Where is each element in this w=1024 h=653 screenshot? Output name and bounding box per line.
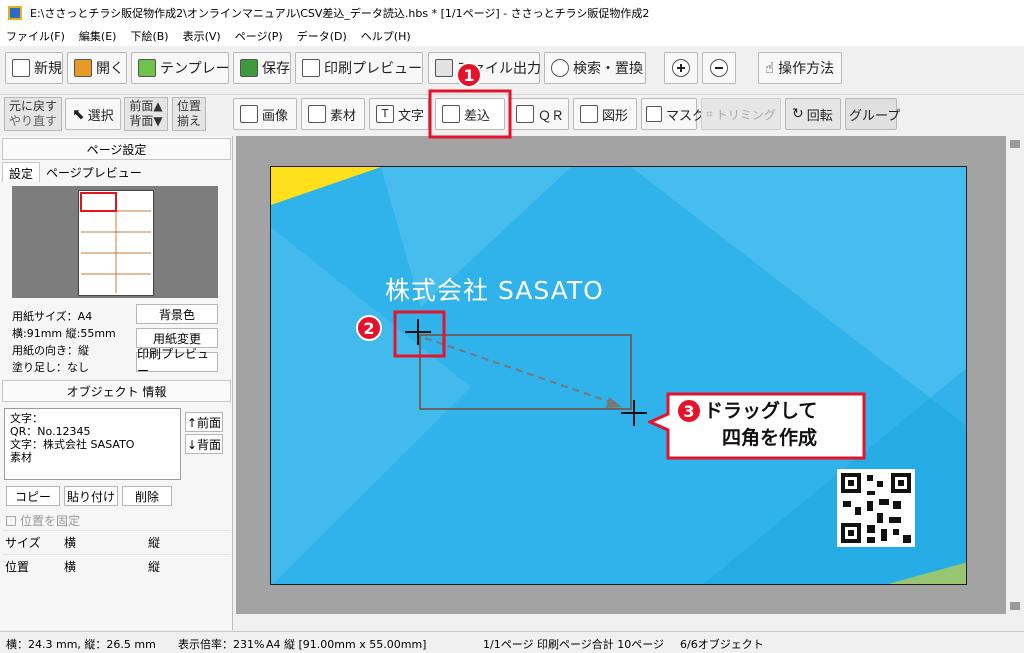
- step-1-badge: 1: [456, 62, 482, 88]
- page-count: 1/1ページ 印刷ページ合計 10ページ: [483, 638, 665, 651]
- status-bar: 横：24.3 mm, 縦：26.5 mm 表示倍率：231% A4 縦 [91.…: [0, 631, 1024, 653]
- paper-info: A4 縦 [91.00mm x 55.00mm]: [266, 638, 427, 651]
- drag-overlay: [393, 89, 647, 426]
- step-3-badge: 3: [676, 398, 702, 424]
- cursor-position: 横：24.3 mm, 縦：26.5 mm: [6, 638, 156, 651]
- step-3-label-line2: 四角を作成: [722, 427, 818, 449]
- step-3-label-line1: ドラッグして: [704, 400, 818, 422]
- object-count: 6/6オブジェクト: [680, 638, 764, 651]
- step-2-badge: 2: [356, 315, 382, 341]
- zoom-level: 表示倍率：231%: [178, 638, 265, 651]
